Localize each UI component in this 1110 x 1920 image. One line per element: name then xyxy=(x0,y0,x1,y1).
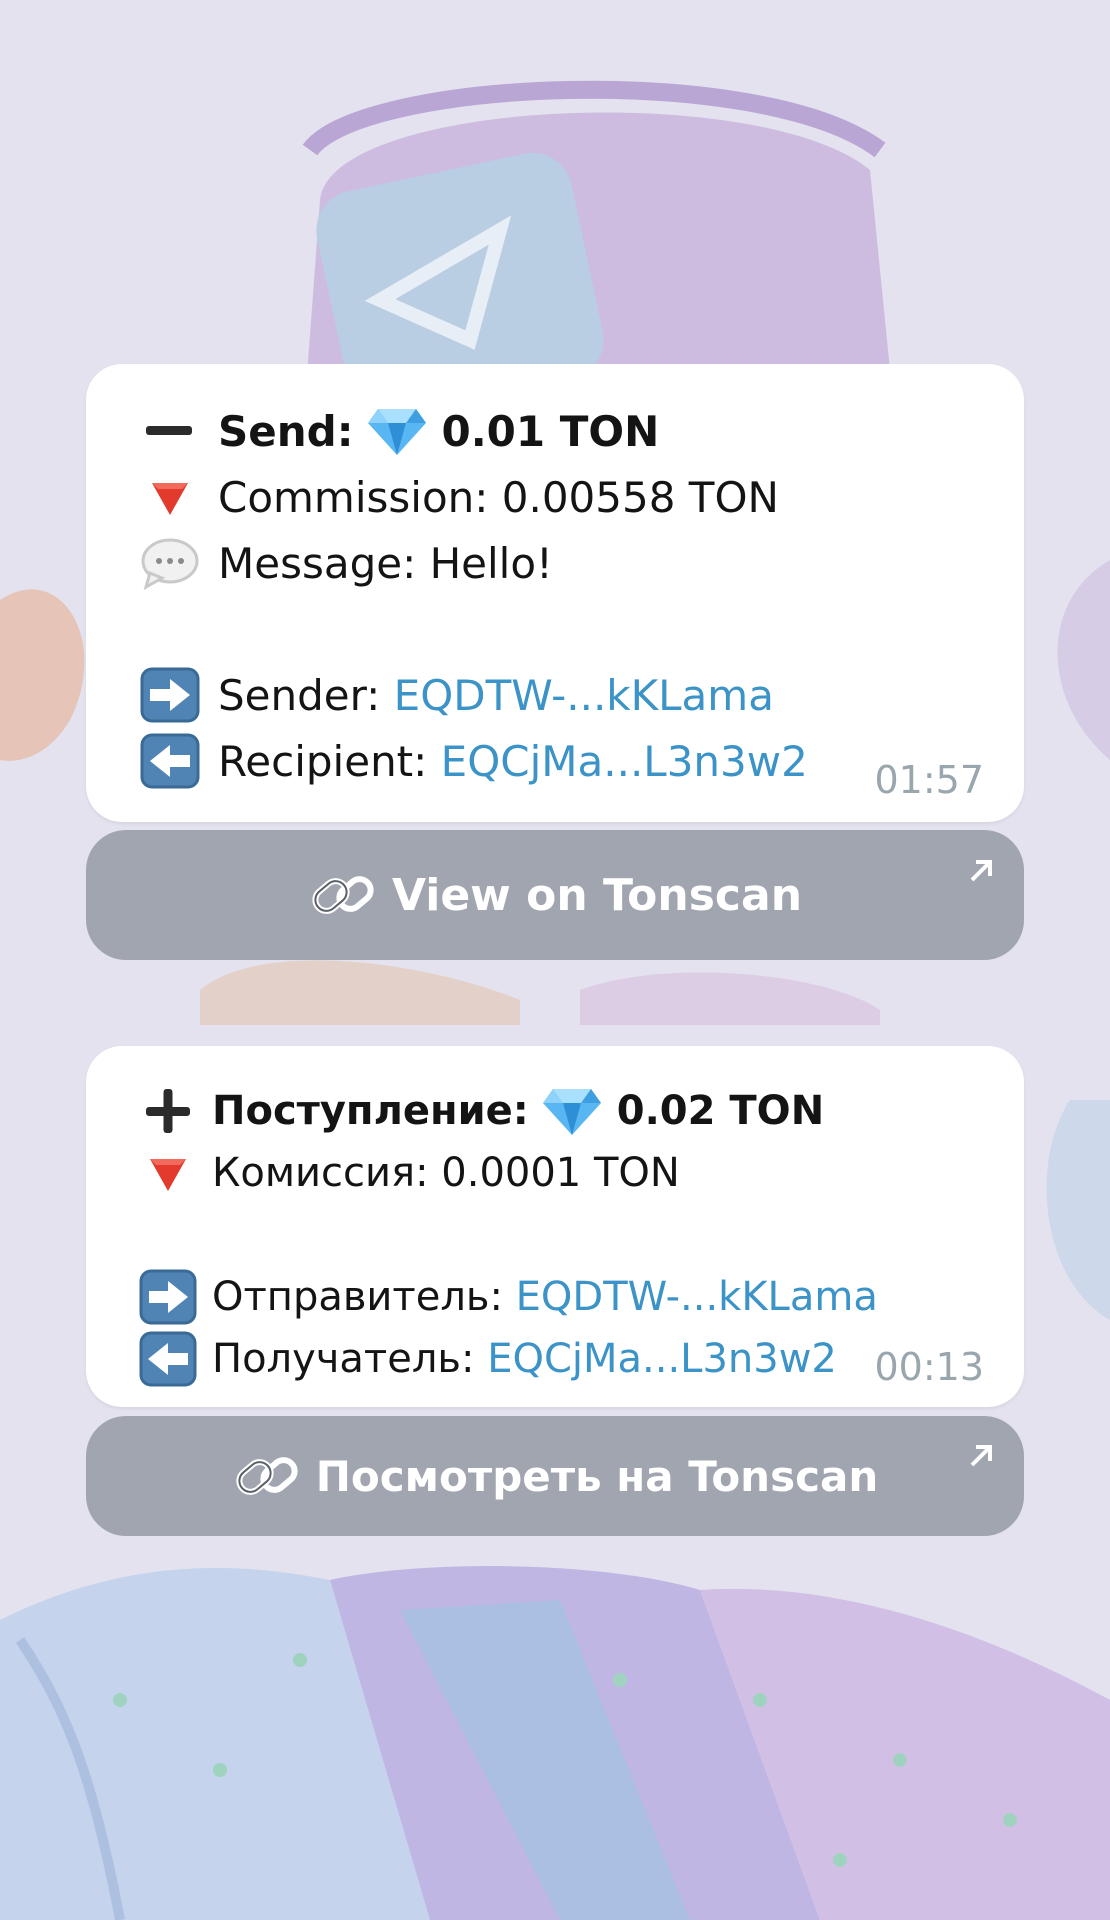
receive-label: Поступление: xyxy=(212,1088,529,1134)
commission-text: Комиссия: 0.0001 TON xyxy=(212,1150,680,1196)
message-text: Message: Hello! xyxy=(218,538,553,588)
right-arrow-icon xyxy=(138,1269,198,1325)
message-bubble-send: Send: 0.01 TON Commission: 0.00558 TON M… xyxy=(86,364,1024,822)
commission-line: Commission: 0.00558 TON xyxy=(138,464,988,530)
send-label: Send: xyxy=(218,406,354,456)
message-time: 01:57 xyxy=(874,758,984,802)
right-arrow-icon xyxy=(138,667,202,723)
recipient-line: Recipient: EQCjMa...L3n3w2 xyxy=(138,728,988,794)
chat-wallpaper xyxy=(0,0,1110,1920)
view-on-tonscan-button-ru[interactable]: Посмотреть на Tonscan xyxy=(86,1416,1024,1536)
view-on-tonscan-label: Посмотреть на Tonscan xyxy=(315,1451,879,1501)
plus-icon xyxy=(138,1083,198,1139)
red-triangle-down-icon xyxy=(138,1145,198,1201)
gem-icon xyxy=(366,405,428,457)
recipient-label: Recipient: xyxy=(218,736,428,786)
minus-icon xyxy=(138,403,202,459)
view-on-tonscan-label: View on Tonscan xyxy=(391,869,803,921)
commission-text: Commission: 0.00558 TON xyxy=(218,472,779,522)
arrow-up-right-icon xyxy=(964,848,998,882)
gem-icon xyxy=(541,1085,603,1137)
recipient-address-link[interactable]: EQCjMa...L3n3w2 xyxy=(441,737,808,786)
message-line: Message: Hello! xyxy=(138,530,988,596)
message-time: 00:13 xyxy=(874,1345,984,1389)
view-on-tonscan-button[interactable]: View on Tonscan xyxy=(86,830,1024,960)
send-title-line: Send: 0.01 TON xyxy=(138,398,988,464)
recipient-address-link[interactable]: EQCjMa...L3n3w2 xyxy=(487,1336,837,1382)
receive-amount: 0.02 TON xyxy=(616,1088,825,1134)
sender-line: Отправитель: EQDTW-...kKLama xyxy=(138,1266,988,1328)
sender-address-link[interactable]: EQDTW-...kKLama xyxy=(516,1274,878,1320)
sender-address-link[interactable]: EQDTW-...kKLama xyxy=(394,671,774,720)
chain-link-icon xyxy=(232,1444,302,1508)
receive-title-line: Поступление: 0.02 TON xyxy=(138,1080,988,1142)
commission-line: Комиссия: 0.0001 TON xyxy=(138,1142,988,1204)
chain-link-icon xyxy=(308,863,378,927)
recipient-line: Получатель: EQCjMa...L3n3w2 xyxy=(138,1328,988,1390)
sender-label: Отправитель: xyxy=(212,1274,503,1320)
sender-line: Sender: EQDTW-...kKLama xyxy=(138,662,988,728)
recipient-label: Получатель: xyxy=(212,1336,475,1382)
send-amount: 0.01 TON xyxy=(441,406,660,456)
left-arrow-icon xyxy=(138,733,202,789)
red-triangle-down-icon xyxy=(138,469,202,525)
sender-label: Sender: xyxy=(218,670,381,720)
message-bubble-receive: Поступление: 0.02 TON Комиссия: 0.0001 T… xyxy=(86,1046,1024,1407)
speech-bubble-icon xyxy=(138,535,202,591)
arrow-up-right-icon xyxy=(964,1434,998,1468)
left-arrow-icon xyxy=(138,1331,198,1387)
